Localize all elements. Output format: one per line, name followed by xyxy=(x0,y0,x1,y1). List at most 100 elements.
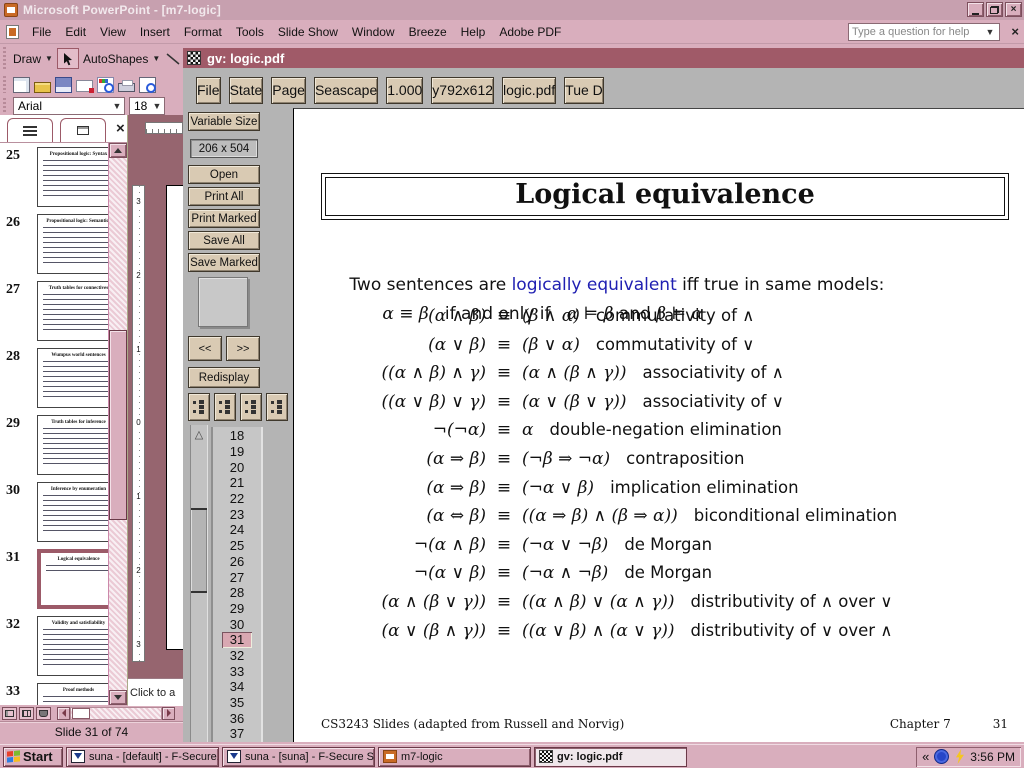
slide-thumbnail[interactable]: 30 Inference by enumeration xyxy=(0,481,108,548)
page-number-item[interactable]: 21 xyxy=(211,475,263,491)
gv-toolbar-button[interactable]: 1.000 xyxy=(386,77,423,104)
gv-toolbar-button[interactable]: State xyxy=(229,77,264,104)
panel-close-icon[interactable]: × xyxy=(116,120,125,137)
mail-icon[interactable] xyxy=(76,80,93,92)
notes-pane[interactable]: Click to a xyxy=(128,678,183,706)
slide-thumbnail[interactable]: 33 Proof methods xyxy=(0,682,108,705)
select-pointer-button[interactable] xyxy=(57,48,79,69)
gv-toolbar-button[interactable]: y792x612 xyxy=(431,77,494,104)
gv-toolbar-button[interactable]: Tue D xyxy=(564,77,604,104)
menu-item[interactable]: File xyxy=(25,22,58,42)
winamp-tray-icon[interactable] xyxy=(954,749,965,764)
page-number-item[interactable]: 20 xyxy=(211,459,263,475)
page-marker-button[interactable] xyxy=(266,393,288,421)
task-button[interactable]: m7-logic xyxy=(378,747,531,767)
page-number-item[interactable]: 27 xyxy=(211,569,263,585)
page-marker-button[interactable] xyxy=(188,393,210,421)
slide-thumbnail[interactable]: 26 Propositional logic: Semantics xyxy=(0,213,108,280)
autoshapes-menu-button[interactable]: AutoShapes xyxy=(83,52,148,66)
new-document-icon[interactable] xyxy=(13,77,30,93)
scroll-down-button[interactable] xyxy=(109,690,127,705)
slide-thumbnail[interactable]: 28 Wumpus world sentences xyxy=(0,347,108,414)
gv-toolbar-button[interactable]: Seascape xyxy=(314,77,378,104)
scrollbar-track[interactable] xyxy=(70,707,162,720)
gv-toolbar-button[interactable]: File xyxy=(196,77,221,104)
next-page-button[interactable]: >> xyxy=(226,336,260,361)
page-number-item[interactable]: 36 xyxy=(211,710,263,726)
scrollbar-thumb[interactable] xyxy=(109,330,127,520)
help-search-input[interactable] xyxy=(849,25,983,39)
scroll-up-button[interactable]: △ xyxy=(191,427,207,442)
gv-titlebar[interactable]: gv: logic.pdf xyxy=(183,48,1024,68)
page-number-item[interactable]: 23 xyxy=(211,506,263,522)
save-all-button[interactable]: Save All xyxy=(188,231,260,250)
menu-item[interactable]: Insert xyxy=(133,22,177,42)
slide-thumbnail[interactable]: 32 Validity and satisfiability xyxy=(0,615,108,682)
font-name-combo[interactable]: Arial ▼ xyxy=(13,97,125,115)
horizontal-scrollbar[interactable] xyxy=(57,707,175,720)
page-marker-button[interactable] xyxy=(214,393,236,421)
scroll-up-button[interactable] xyxy=(109,143,127,158)
slide-thumbnail[interactable]: 29 Truth tables for inference xyxy=(0,414,108,481)
slide-thumbnail[interactable]: 25 Propositional logic: Syntax xyxy=(0,146,108,213)
font-size-combo[interactable]: 18 ▼ xyxy=(129,97,165,115)
print-preview-icon[interactable] xyxy=(139,77,156,93)
page-number-item[interactable]: 18 xyxy=(211,428,263,444)
page-number-item[interactable]: 37 xyxy=(211,726,263,742)
page-number-item[interactable]: 30 xyxy=(211,616,263,632)
minimize-button[interactable] xyxy=(967,2,984,17)
slideshow-view-button[interactable] xyxy=(36,707,51,720)
previous-page-button[interactable]: << xyxy=(188,336,222,361)
menu-item[interactable]: Format xyxy=(177,22,229,42)
task-button[interactable]: suna - [default] - F-Secure... xyxy=(66,747,219,767)
menu-item[interactable]: View xyxy=(93,22,133,42)
restore-button[interactable] xyxy=(986,2,1003,17)
page-number-item[interactable]: 28 xyxy=(211,585,263,601)
gv-toolbar-button[interactable]: logic.pdf xyxy=(502,77,556,104)
page-number-item[interactable]: 31 xyxy=(222,632,252,648)
page-number-item[interactable]: 19 xyxy=(211,444,263,460)
page-number-item[interactable]: 33 xyxy=(211,663,263,679)
start-button[interactable]: Start xyxy=(3,747,63,767)
page-number-item[interactable]: 35 xyxy=(211,695,263,711)
open-folder-icon[interactable] xyxy=(34,82,51,93)
redisplay-button[interactable]: Redisplay xyxy=(188,367,260,388)
menu-item[interactable]: Tools xyxy=(229,22,271,42)
variable-size-button[interactable]: Variable Size xyxy=(188,112,260,131)
save-icon[interactable] xyxy=(55,77,72,93)
network-tray-icon[interactable] xyxy=(934,749,949,764)
draw-menu-button[interactable]: Draw xyxy=(13,52,41,66)
close-button[interactable]: × xyxy=(1005,2,1022,17)
task-button[interactable]: suna - [suna] - F-Secure S... xyxy=(222,747,375,767)
menubar-close-icon[interactable]: × xyxy=(1011,24,1019,39)
tab-outline[interactable] xyxy=(7,118,53,142)
menu-item[interactable]: Help xyxy=(454,22,493,42)
page-preview-box[interactable] xyxy=(198,277,248,327)
page-number-item[interactable]: 25 xyxy=(211,538,263,554)
gv-toolbar-button[interactable]: Page xyxy=(271,77,306,104)
tray-expand-chevron[interactable]: « xyxy=(922,749,929,764)
page-number-item[interactable]: 26 xyxy=(211,554,263,570)
normal-view-button[interactable] xyxy=(2,707,17,720)
chevron-down-icon[interactable]: ▼ xyxy=(983,27,997,37)
page-number-item[interactable]: 29 xyxy=(211,601,263,617)
search-icon[interactable] xyxy=(97,77,114,93)
scrollbar-thumb[interactable] xyxy=(72,708,90,719)
slide-thumbnail[interactable]: 27 Truth tables for connectives xyxy=(0,280,108,347)
page-list-scrollbar[interactable]: △ xyxy=(190,425,208,742)
thumbnail-scrollbar[interactable] xyxy=(108,143,127,705)
page-number-item[interactable]: 22 xyxy=(211,491,263,507)
task-button[interactable]: gv: logic.pdf xyxy=(534,747,687,767)
menu-item[interactable]: Edit xyxy=(58,22,93,42)
open-button[interactable]: Open xyxy=(188,165,260,184)
page-number-item[interactable]: 34 xyxy=(211,679,263,695)
menu-item[interactable]: Adobe PDF xyxy=(492,22,568,42)
slide-sorter-view-button[interactable] xyxy=(19,707,34,720)
save-marked-button[interactable]: Save Marked xyxy=(188,253,260,272)
slide-thumbnail[interactable]: 31 Logical equivalence xyxy=(0,548,108,615)
tab-slides[interactable] xyxy=(60,118,106,142)
print-icon[interactable] xyxy=(118,83,135,92)
print-marked-button[interactable]: Print Marked xyxy=(188,209,260,228)
menu-item[interactable]: Slide Show xyxy=(271,22,345,42)
print-all-button[interactable]: Print All xyxy=(188,187,260,206)
